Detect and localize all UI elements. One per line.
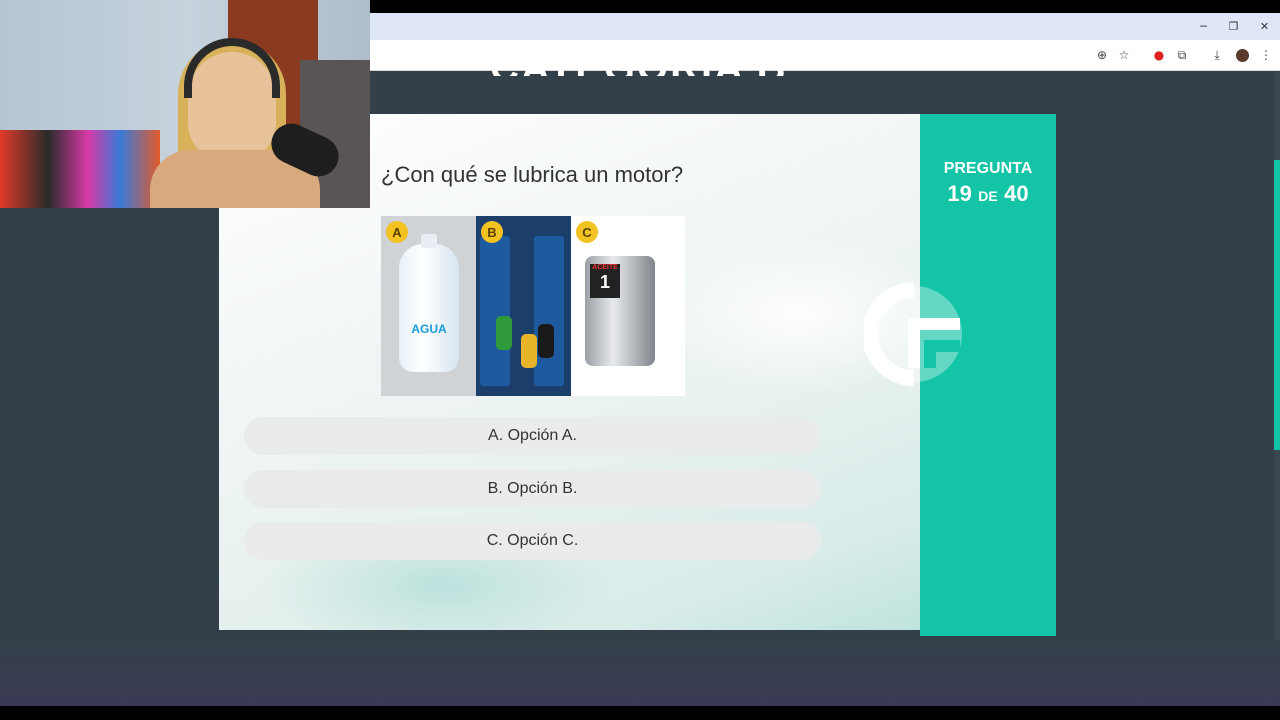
image-panel-c: ACEITE 1 C [571, 216, 685, 396]
fuel-pump-left [480, 236, 510, 386]
green-nozzle-icon [496, 316, 512, 350]
screen-bottom-bar [0, 706, 1280, 720]
total-questions-number: 40 [1004, 181, 1029, 206]
zoom-icon[interactable]: ⊕ [1092, 45, 1112, 65]
badge-b: B [481, 221, 503, 243]
question-image: AGUA A B ACEITE 1 C [381, 216, 685, 396]
water-jug-image: AGUA [399, 234, 459, 372]
badge-c: C [576, 221, 598, 243]
oil-brand-label: ACEITE 1 [590, 264, 620, 298]
puzzle-icon[interactable]: ⧉ [1172, 45, 1192, 65]
close-icon[interactable]: ✕ [1249, 13, 1280, 40]
current-question-number: 19 [947, 181, 972, 206]
jug-cap [421, 234, 437, 248]
fuel-pump-right [534, 236, 564, 386]
restore-icon[interactable]: ❐ [1218, 13, 1249, 40]
badge-a: A [386, 221, 408, 243]
minimize-icon[interactable]: ─ [1188, 13, 1219, 40]
oil-brand-number: 1 [599, 272, 610, 292]
option-c-button[interactable]: C. Opción C. [244, 522, 821, 560]
option-b-button[interactable]: B. Opción B. [244, 470, 821, 508]
download-icon[interactable]: ⤓ [1207, 45, 1227, 65]
site-logo-icon [864, 282, 962, 386]
category-heading: CATEGORIA B [490, 48, 788, 76]
star-icon[interactable]: ☆ [1114, 45, 1134, 65]
page-bottom-strip [0, 640, 1280, 706]
image-panel-a: AGUA A [381, 216, 476, 396]
profile-avatar[interactable] [1232, 45, 1252, 65]
yellow-nozzle-icon [521, 334, 537, 368]
progress-counter: 19 DE 40 [920, 181, 1056, 207]
webcam-overlay [0, 0, 370, 208]
oil-can-image: ACEITE 1 [585, 256, 655, 366]
option-a-button[interactable]: A. Opción A. [244, 417, 821, 455]
image-panel-b: B [476, 216, 571, 396]
water-label: AGUA [411, 322, 447, 336]
progress-label: PREGUNTA [943, 160, 1033, 177]
oil-brand-text: ACEITE [592, 264, 618, 271]
menu-icon[interactable]: ⋮ [1256, 45, 1276, 65]
question-text: ¿Con qué se lubrica un motor? [381, 162, 684, 187]
extension-alert-icon[interactable]: ● [1149, 45, 1169, 65]
progress-separator: DE [978, 188, 998, 204]
webcam-bed [0, 130, 160, 208]
page-scrollbar-thumb[interactable] [1274, 160, 1280, 450]
black-nozzle-icon [538, 324, 554, 358]
